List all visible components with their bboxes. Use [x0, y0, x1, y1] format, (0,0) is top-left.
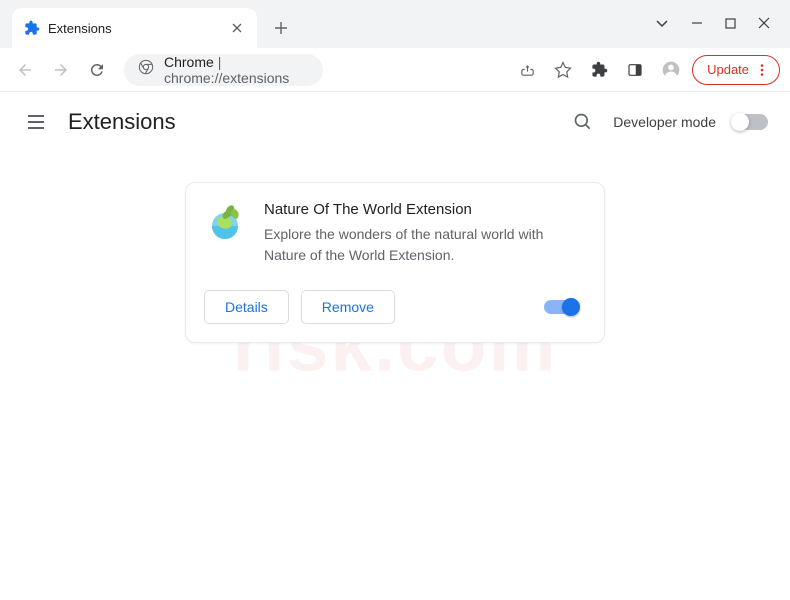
update-button[interactable]: Update: [692, 55, 780, 85]
share-icon[interactable]: [512, 55, 542, 85]
omnibox[interactable]: Chrome | chrome://extensions: [124, 54, 323, 86]
window-controls: [655, 0, 790, 48]
new-tab-button[interactable]: [267, 14, 295, 42]
tab-title: Extensions: [48, 21, 221, 36]
extension-description: Explore the wonders of the natural world…: [264, 224, 586, 266]
chevron-down-icon[interactable]: [655, 16, 669, 33]
extensions-page-header: Extensions Developer mode: [0, 92, 790, 152]
chrome-icon: [138, 59, 154, 80]
search-icon[interactable]: [569, 108, 597, 136]
profile-avatar-icon[interactable]: [656, 55, 686, 85]
browser-toolbar: Chrome | chrome://extensions Update: [0, 48, 790, 92]
window-titlebar: Extensions: [0, 0, 790, 48]
maximize-icon[interactable]: [725, 16, 736, 32]
details-button[interactable]: Details: [204, 290, 289, 324]
extension-enable-toggle[interactable]: [544, 300, 578, 314]
close-icon[interactable]: [229, 20, 245, 36]
remove-button[interactable]: Remove: [301, 290, 395, 324]
bookmark-star-icon[interactable]: [548, 55, 578, 85]
omnibox-url: Chrome | chrome://extensions: [164, 54, 309, 86]
browser-tab[interactable]: Extensions: [12, 8, 257, 48]
extensions-puzzle-icon[interactable]: [584, 55, 614, 85]
update-label: Update: [707, 62, 749, 77]
extension-globe-icon: [204, 201, 246, 243]
extension-name: Nature Of The World Extension: [264, 201, 586, 218]
extension-card: Nature Of The World Extension Explore th…: [185, 182, 605, 343]
developer-mode-toggle[interactable]: [732, 114, 768, 130]
forward-button[interactable]: [46, 55, 76, 85]
hamburger-menu-icon[interactable]: [22, 108, 50, 136]
back-button[interactable]: [10, 55, 40, 85]
side-panel-icon[interactable]: [620, 55, 650, 85]
menu-dots-icon: [755, 63, 769, 77]
close-window-icon[interactable]: [758, 16, 770, 32]
page-title: Extensions: [68, 109, 176, 135]
reload-button[interactable]: [82, 55, 112, 85]
minimize-icon[interactable]: [691, 16, 703, 32]
extension-puzzle-icon: [24, 20, 40, 36]
developer-mode-label: Developer mode: [613, 114, 716, 130]
